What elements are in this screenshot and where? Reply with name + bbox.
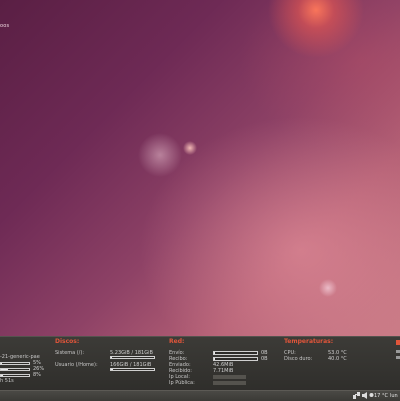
next-section-fragment-1 [396, 350, 400, 353]
ip-publica-value-redacted [213, 381, 246, 385]
cpu-bar-3 [0, 374, 30, 377]
cpu-bar-2 [0, 368, 30, 371]
disk-home-bar [110, 368, 155, 371]
disk-temp-value: 40.0 °C [328, 356, 347, 362]
next-section-fragment-2 [396, 356, 400, 359]
envio-bar [213, 351, 258, 355]
disk-system-bar [110, 356, 155, 359]
temperatures-title: Temperaturas: [284, 338, 334, 345]
cpu-bar-1 [0, 362, 30, 365]
bottom-taskbar: 17 °C lun [0, 390, 400, 401]
disk-temp-label: Disco duro: [284, 356, 313, 362]
disk-home-label: Usuario (/Home): [55, 362, 98, 368]
disks-title: Discos: [55, 338, 80, 345]
uptime: h 51s [0, 378, 14, 384]
clock-day[interactable]: lun [390, 393, 398, 399]
ip-publica-label: Ip Pública: [169, 380, 195, 386]
temperature-readout[interactable]: 17 °C [374, 393, 388, 399]
desktop-corner-text: oos [0, 23, 10, 29]
cpu-percent-3: 8% [33, 372, 41, 378]
ip-local-value-redacted [213, 375, 246, 379]
recibo-unit: 0B [261, 356, 268, 362]
network-title: Red: [169, 338, 185, 345]
recibo-bar [213, 357, 258, 361]
recibido-value: 7.71MiB [213, 368, 234, 374]
desktop-wallpaper [0, 0, 400, 336]
next-section-title-fragment [396, 340, 400, 345]
conky-panel: -21-generic-pae 5% 26% 8% h 51s Discos: … [0, 336, 400, 391]
disk-system-label: Sistema (/): [55, 350, 84, 356]
